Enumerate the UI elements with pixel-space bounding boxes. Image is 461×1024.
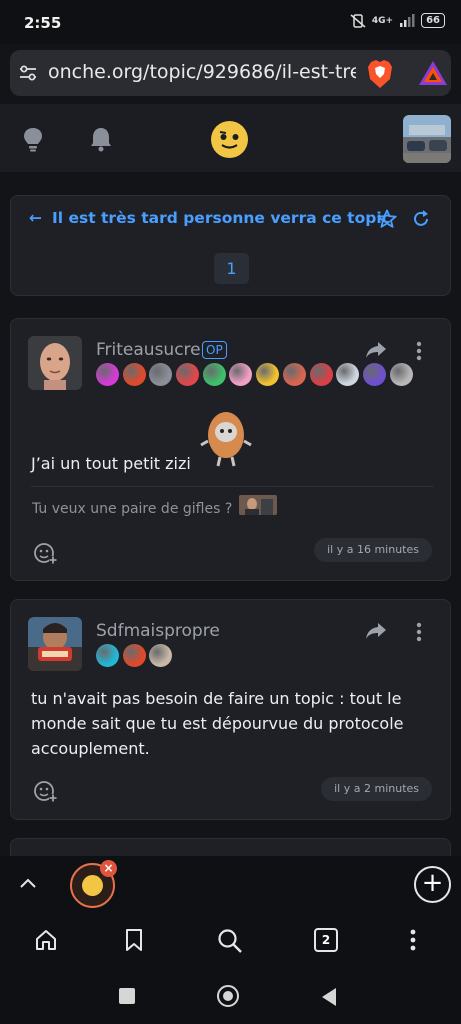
add-reaction-icon[interactable] xyxy=(33,779,57,803)
post-card: Friteausucre OP J’ai un tout petit zizi … xyxy=(10,318,451,581)
user-badge-icon[interactable] xyxy=(229,363,253,386)
user-badge-icon[interactable] xyxy=(122,363,146,386)
refresh-icon[interactable] xyxy=(411,209,431,229)
add-reaction-icon[interactable] xyxy=(33,541,57,565)
topic-title[interactable]: ← Il est très tard personne verra ce topi… xyxy=(29,209,391,227)
post-username[interactable]: Sdfmaispropre xyxy=(96,621,220,641)
op-badge: OP xyxy=(202,341,227,359)
user-badge-icon[interactable] xyxy=(282,363,306,386)
back-icon[interactable] xyxy=(320,987,338,1007)
menu-icon[interactable] xyxy=(409,928,417,952)
avatar-image xyxy=(28,336,82,390)
new-tab-button[interactable]: + xyxy=(414,866,451,903)
close-tab-icon[interactable]: × xyxy=(100,860,117,877)
bookmark-icon[interactable] xyxy=(124,928,144,952)
back-arrow-icon[interactable]: ← xyxy=(29,209,42,227)
user-badge-icon[interactable] xyxy=(362,363,386,386)
user-badge-icon[interactable] xyxy=(96,644,119,667)
recents-icon[interactable] xyxy=(119,988,135,1004)
clock: 2:55 xyxy=(24,14,62,32)
user-badge-icon[interactable] xyxy=(96,363,119,386)
post-timestamp: il y a 16 minutes xyxy=(314,538,432,562)
brave-rewards-icon[interactable] xyxy=(418,60,448,86)
user-badge-icon[interactable] xyxy=(176,363,200,386)
post-content: J’ai un tout petit zizi xyxy=(31,454,191,473)
more-options-icon[interactable] xyxy=(415,341,423,361)
network-type: 4G+ xyxy=(371,15,394,26)
chevron-up-icon[interactable] xyxy=(17,872,39,894)
signature-image xyxy=(239,495,277,515)
share-icon[interactable] xyxy=(365,622,387,640)
favorite-star-icon[interactable] xyxy=(377,209,397,229)
avatar-image xyxy=(28,617,82,671)
status-icons: 4G+ 66 xyxy=(350,13,445,28)
user-badges xyxy=(96,644,173,667)
site-header xyxy=(0,104,461,172)
site-logo[interactable] xyxy=(211,121,248,158)
tab-count-button[interactable]: 2 xyxy=(314,928,338,952)
home-button-icon[interactable] xyxy=(217,985,239,1007)
post-username[interactable]: Friteausucre xyxy=(96,340,201,360)
signal-icon xyxy=(400,14,415,27)
smiley-logo-icon xyxy=(219,131,239,149)
brave-shields-icon[interactable] xyxy=(366,59,394,89)
user-badge-icon[interactable] xyxy=(336,363,360,386)
url-text[interactable]: onche.org/topic/929686/il-est-tres-tard-… xyxy=(48,61,356,83)
user-badge-icon[interactable] xyxy=(202,363,226,386)
browser-tab-strip: × + xyxy=(0,856,461,914)
post-timestamp: il y a 2 minutes xyxy=(321,777,432,801)
user-badge-icon[interactable] xyxy=(122,644,146,667)
notifications-bell-icon[interactable] xyxy=(89,126,113,152)
search-icon[interactable] xyxy=(217,928,243,954)
page-button-1[interactable]: 1 xyxy=(214,253,249,284)
user-avatar[interactable] xyxy=(403,115,451,163)
post-signature: Tu veux une paire de gifles ? xyxy=(32,501,233,517)
user-badge-icon[interactable] xyxy=(389,363,413,386)
post-avatar[interactable] xyxy=(28,336,82,390)
site-settings-icon[interactable] xyxy=(18,63,38,83)
topic-header-card: ← Il est très tard personne verra ce topi… xyxy=(10,195,451,296)
user-badge-icon[interactable] xyxy=(149,644,173,667)
share-icon[interactable] xyxy=(365,341,387,359)
more-options-icon[interactable] xyxy=(415,622,423,642)
user-badge-icon[interactable] xyxy=(309,363,333,386)
status-bar: 2:55 4G+ 66 xyxy=(0,0,461,44)
post-content: tu n'avait pas besoin de faire un topic … xyxy=(31,689,404,758)
user-badges xyxy=(96,363,413,386)
battery-icon: 66 xyxy=(421,13,445,28)
user-badge-icon[interactable] xyxy=(149,363,173,386)
post-card: Sdfmaispropre tu n'avait pas besoin de f… xyxy=(10,599,451,820)
signature-divider xyxy=(31,486,434,487)
address-bar[interactable]: onche.org/topic/929686/il-est-tres-tard-… xyxy=(10,50,451,96)
user-badge-icon[interactable] xyxy=(256,363,280,386)
home-icon[interactable] xyxy=(34,928,58,952)
browser-navbar: 2 xyxy=(0,914,461,970)
post-avatar[interactable] xyxy=(28,617,82,671)
system-navigation-bar xyxy=(0,970,461,1024)
egg-sticker-image xyxy=(200,412,252,467)
avatar-image xyxy=(403,115,451,163)
vibrate-off-icon xyxy=(350,13,366,28)
topic-title-text: Il est très tard personne verra ce topic xyxy=(52,209,391,227)
lightbulb-icon[interactable] xyxy=(22,126,44,152)
tab-favicon-icon xyxy=(82,875,103,896)
